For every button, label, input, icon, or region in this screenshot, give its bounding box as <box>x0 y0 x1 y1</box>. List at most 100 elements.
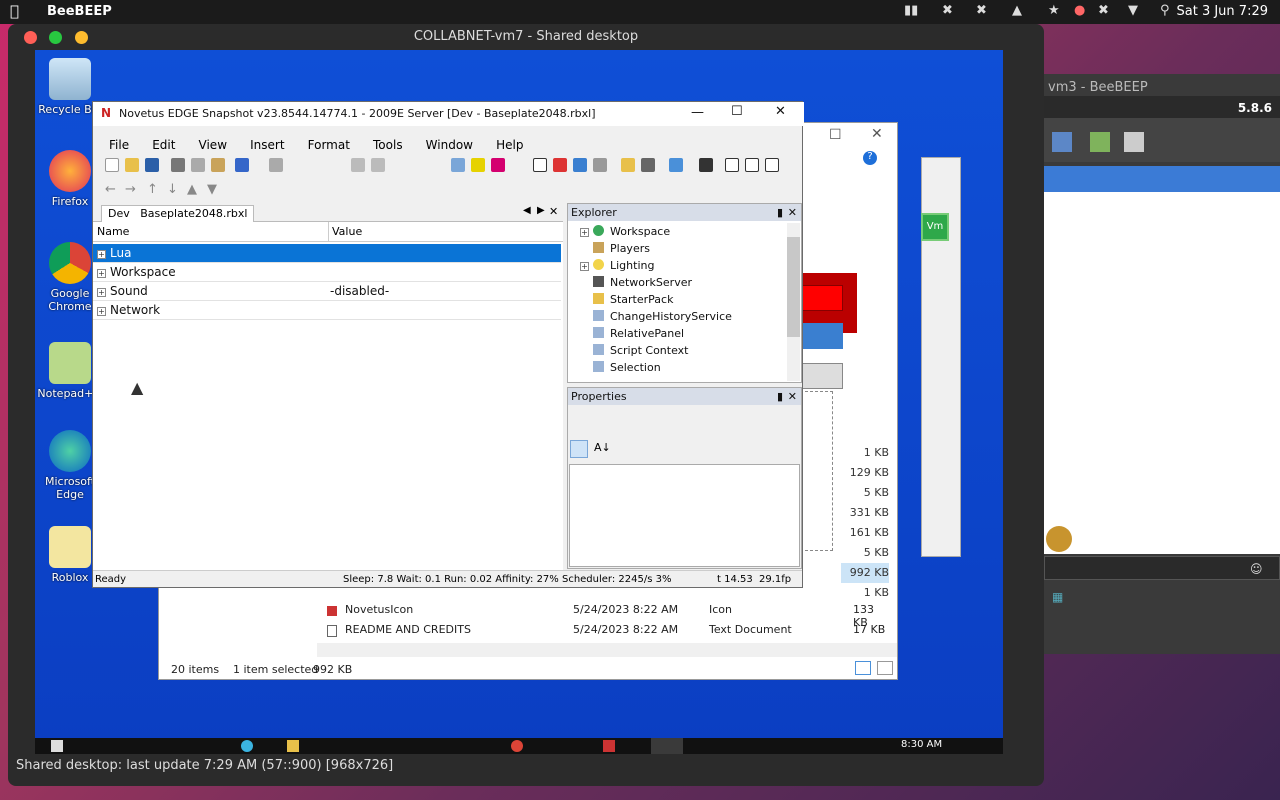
explorer-item-networkserver[interactable]: NetworkServer <box>576 274 786 291</box>
menu-insert[interactable]: Insert <box>250 138 284 152</box>
folder-icon[interactable] <box>1090 132 1110 152</box>
chrome-taskbar-icon[interactable] <box>511 740 523 752</box>
close-icon[interactable]: ✕ <box>871 126 883 142</box>
tiles-view-icon[interactable] <box>877 661 893 675</box>
novetus-taskbar-icon[interactable] <box>603 740 615 752</box>
menu-help[interactable]: Help <box>496 138 523 152</box>
search-icon[interactable]: ⚲ <box>1160 3 1170 18</box>
mac-app-name[interactable]: BeeBEEP <box>47 4 112 19</box>
menu-file[interactable]: File <box>109 138 129 152</box>
new-icon[interactable] <box>105 158 119 172</box>
file-row[interactable]: README AND CREDITS 5/24/2023 8:22 AM Tex… <box>327 623 887 641</box>
close-icon[interactable]: ✕ <box>775 104 786 119</box>
zoom-extents-icon[interactable] <box>745 158 759 172</box>
emoji-icon[interactable]: ☺ <box>1250 562 1263 576</box>
select-tool-icon[interactable] <box>533 158 547 172</box>
battery-icon[interactable]: ▮▮ <box>904 3 918 18</box>
play-icon[interactable] <box>451 158 465 172</box>
volume-mute-icon[interactable]: ✖ <box>1098 3 1109 18</box>
triangle-up-icon[interactable]: ▲ <box>187 182 197 197</box>
expand-icon[interactable]: + <box>97 307 106 316</box>
network-off-icon[interactable]: ✖ <box>942 3 953 18</box>
novetus-studio-window[interactable]: N Novetus EDGE Snapshot v23.8544.14774.1… <box>92 101 804 588</box>
dropper-icon[interactable] <box>699 158 713 172</box>
chevron-down-icon[interactable]: ▼ <box>1128 3 1138 18</box>
paint-icon[interactable] <box>669 158 683 172</box>
explorer-item-relativepanel[interactable]: RelativePanel <box>576 325 786 342</box>
arrow-down-icon[interactable]: ↓ <box>167 182 178 197</box>
triangle-down-icon[interactable]: ▼ <box>207 182 217 197</box>
vm3-window[interactable]: vm3 - BeeBEEP 5.8.6 ☺ ▦ <box>1044 74 1280 654</box>
resize-tool-icon[interactable] <box>593 158 607 172</box>
drag-tool-icon[interactable] <box>573 158 587 172</box>
move-tool-icon[interactable] <box>553 158 567 172</box>
categorized-icon[interactable] <box>570 440 588 458</box>
send-file-icon[interactable]: ▦ <box>1052 590 1063 604</box>
undo-icon[interactable] <box>235 158 249 172</box>
menu-tools[interactable]: Tools <box>373 138 403 152</box>
menu-view[interactable]: View <box>199 138 227 152</box>
trash-icon[interactable] <box>1124 132 1144 152</box>
notification-icon[interactable]: ▲ <box>1012 3 1022 18</box>
menu-window[interactable]: Window <box>426 138 473 152</box>
tab-close-icon[interactable]: ✕ <box>549 205 558 218</box>
close-icon[interactable]: ✕ <box>788 388 797 405</box>
anchor-icon[interactable] <box>641 158 655 172</box>
start-icon[interactable] <box>51 740 63 752</box>
redo-icon[interactable] <box>269 158 283 172</box>
arrow-left-icon[interactable]: ← <box>105 182 116 197</box>
expand-icon[interactable]: + <box>97 250 106 259</box>
reset-icon[interactable] <box>491 158 505 172</box>
document-tab[interactable]: Dev Baseplate2048.rbxl <box>101 205 255 222</box>
explorer-item-workspace[interactable]: + Workspace <box>576 223 786 240</box>
tree-row-workspace[interactable]: + Workspace <box>93 263 561 282</box>
explorer-item-lighting[interactable]: + Lighting <box>576 257 786 274</box>
explorer-taskbar-icon[interactable] <box>287 740 299 752</box>
copy-icon[interactable] <box>191 158 205 172</box>
explorer-item-players[interactable]: Players <box>576 240 786 257</box>
close-icon[interactable]: ✕ <box>788 204 797 221</box>
tab-prev-icon[interactable]: ◀ <box>523 205 531 216</box>
pin-icon[interactable]: ▮ <box>777 204 783 221</box>
camera-icon[interactable] <box>725 158 739 172</box>
zoom-icon[interactable] <box>765 158 779 172</box>
file-row[interactable]: NovetusIcon 5/24/2023 8:22 AM Icon 133 K… <box>327 603 887 629</box>
tree-row-sound[interactable]: + Sound -disabled- <box>93 282 561 301</box>
col-name[interactable]: Name <box>97 222 129 242</box>
tree-row-lua[interactable]: + Lua <box>93 244 561 263</box>
maximize-icon[interactable]: ☐ <box>829 127 842 143</box>
tray-app-icon[interactable]: ★ <box>1048 3 1060 18</box>
details-view-icon[interactable] <box>855 661 871 675</box>
sort-alpha-icon[interactable]: A↓ <box>594 441 611 454</box>
tree-row-network[interactable]: + Network <box>93 301 561 320</box>
pause-icon[interactable] <box>471 158 485 172</box>
tab-next-icon[interactable]: ▶ <box>537 205 545 216</box>
col-value[interactable]: Value <box>328 222 362 242</box>
rotate-left-icon[interactable] <box>351 158 365 172</box>
explorer-scrollbar[interactable] <box>787 223 800 381</box>
arrow-right-icon[interactable]: → <box>125 182 136 197</box>
maximize-icon[interactable]: ☐ <box>731 104 743 119</box>
lock-icon[interactable] <box>621 158 635 172</box>
expand-icon[interactable]: + <box>97 288 106 297</box>
explorer-item-changehistory[interactable]: ChangeHistoryService <box>576 308 786 325</box>
arrow-up-icon[interactable]: ↑ <box>147 182 158 197</box>
clock[interactable]: Sat 3 Jun 7:29 <box>1177 4 1269 19</box>
explorer-item-starterpack[interactable]: StarterPack <box>576 291 786 308</box>
pin-icon[interactable]: ▮ <box>777 388 783 405</box>
explorer-item-selection[interactable]: Selection <box>576 359 786 376</box>
active-task-button[interactable] <box>651 738 683 754</box>
tool-icon[interactable] <box>1052 132 1072 152</box>
help-icon[interactable]: ? <box>863 151 877 165</box>
horizontal-scrollbar[interactable] <box>317 643 897 657</box>
apple-icon[interactable]:  <box>10 2 19 20</box>
menu-format[interactable]: Format <box>308 138 350 152</box>
edge-taskbar-icon[interactable] <box>241 740 253 752</box>
menu-edit[interactable]: Edit <box>152 138 175 152</box>
explorer-item-scriptcontext[interactable]: Script Context <box>576 342 786 359</box>
paste-icon[interactable] <box>211 158 225 172</box>
save-icon[interactable] <box>145 158 159 172</box>
open-icon[interactable] <box>125 158 139 172</box>
minimize-icon[interactable]: — <box>691 105 704 120</box>
beebeep-tray-icon[interactable]: ● <box>1074 3 1085 18</box>
